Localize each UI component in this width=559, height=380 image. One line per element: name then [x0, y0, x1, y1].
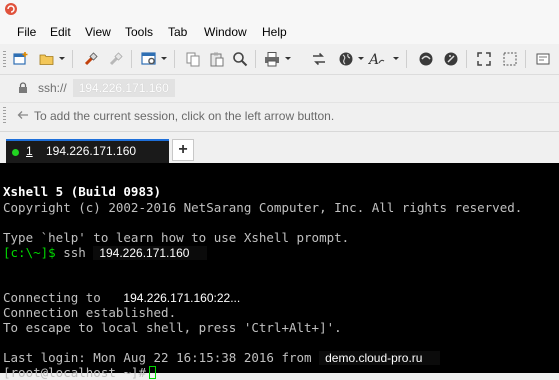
- open-button[interactable]: [37, 49, 57, 69]
- xshell-logo-icon: [5, 3, 17, 15]
- transparency-icon: [503, 52, 517, 66]
- tab-number: 1: [26, 144, 33, 158]
- paste-button[interactable]: [207, 49, 227, 69]
- toolbar: A: [0, 44, 559, 75]
- terminal-established-line: Connection established.: [3, 305, 177, 320]
- copy-button[interactable]: [183, 49, 203, 69]
- globe-icon: [339, 52, 353, 66]
- ssh-host: 194.226.171.160: [93, 246, 208, 260]
- menu-view[interactable]: View: [85, 25, 111, 39]
- open-dropdown-icon[interactable]: [59, 57, 65, 60]
- terminal-help-line: Type `help' to learn how to use Xshell p…: [3, 230, 350, 245]
- font-icon: A: [368, 52, 385, 67]
- terminal-banner-title: Xshell 5 (Build 0983): [3, 184, 162, 199]
- lock-icon: [19, 82, 27, 93]
- disconnect-icon: [109, 52, 123, 66]
- properties-icon: [141, 52, 156, 65]
- properties-button[interactable]: [139, 49, 159, 69]
- transfer-button[interactable]: [309, 49, 329, 69]
- toolbar-separator: [255, 50, 256, 68]
- last-login-prefix: Last login: Mon Aug 22 16:15:38 2016 fro…: [3, 350, 312, 365]
- xmanager-icon: [444, 52, 458, 66]
- print-button[interactable]: [262, 49, 282, 69]
- find-button[interactable]: [230, 49, 250, 69]
- toolbar-separator: [406, 50, 407, 68]
- menu-bar: File Edit View Tools Tab Window Help: [0, 20, 559, 44]
- copy-icon: [186, 52, 200, 67]
- xftp-button[interactable]: [416, 49, 436, 69]
- tab-label: 194.226.171.160: [46, 144, 137, 158]
- address-input[interactable]: ssh:// 194.226.171.160: [38, 79, 553, 97]
- font-button[interactable]: A: [367, 49, 387, 69]
- local-prompt: [c:\~]$: [3, 245, 56, 260]
- terminal-escape-hint: To escape to local shell, press 'Ctrl+Al…: [3, 320, 342, 335]
- svg-text:A: A: [368, 52, 379, 67]
- transparency-button[interactable]: [500, 49, 520, 69]
- menu-tools[interactable]: Tools: [125, 25, 153, 39]
- address-protocol: ssh://: [38, 81, 67, 95]
- menu-help[interactable]: Help: [262, 25, 287, 39]
- properties-dropdown-icon[interactable]: [161, 57, 167, 60]
- compose-button[interactable]: [533, 49, 553, 69]
- menu-window[interactable]: Window: [204, 25, 247, 39]
- add-tab-button[interactable]: +: [172, 139, 194, 161]
- toolbar-separator: [525, 50, 526, 68]
- reconnect-icon: [84, 52, 98, 66]
- printer-icon: [265, 52, 279, 67]
- terminal-connecting-line: Connecting to 194.226.171.160:22...: [3, 290, 241, 306]
- fullscreen-button[interactable]: [474, 49, 494, 69]
- local-command: ssh: [63, 245, 86, 260]
- disconnect-button[interactable]: [106, 49, 126, 69]
- toolbar-separator: [72, 50, 73, 68]
- connected-status-icon: [12, 149, 19, 156]
- connecting-target: 194.226.171.160:22...: [123, 291, 241, 305]
- menu-file[interactable]: File: [17, 25, 36, 39]
- address-host: 194.226.171.160: [72, 79, 175, 97]
- fullscreen-icon: [477, 52, 491, 66]
- globe-dropdown-icon[interactable]: [358, 57, 364, 60]
- globe-button[interactable]: [336, 49, 356, 69]
- toolbar-separator: [174, 50, 175, 68]
- print-dropdown-icon[interactable]: [285, 57, 291, 60]
- paste-icon: [210, 52, 224, 67]
- reconnect-button[interactable]: [81, 49, 101, 69]
- terminal[interactable]: Xshell 5 (Build 0983) Copyright (c) 2002…: [0, 163, 559, 380]
- menu-tab[interactable]: Tab: [168, 25, 187, 39]
- last-login-host: demo.cloud-pro.ru: [319, 351, 441, 365]
- add-session-arrow-icon[interactable]: [17, 110, 29, 120]
- folder-icon: [39, 54, 54, 65]
- terminal-last-login-line: Last login: Mon Aug 22 16:15:38 2016 fro…: [3, 350, 441, 366]
- toolbar-separator: [131, 50, 132, 68]
- connecting-prefix: Connecting to: [3, 290, 101, 305]
- xmanager-button[interactable]: [441, 49, 461, 69]
- new-session-button[interactable]: [11, 49, 31, 69]
- toolbar-grip[interactable]: [3, 51, 6, 67]
- session-tab[interactable]: 1 194.226.171.160: [6, 139, 169, 163]
- title-bar: [0, 0, 559, 20]
- compose-icon: [536, 53, 550, 65]
- font-dropdown-icon[interactable]: [393, 57, 399, 60]
- menu-edit[interactable]: Edit: [50, 25, 71, 39]
- toolbar-separator: [466, 50, 467, 68]
- search-icon: [233, 52, 248, 67]
- hint-bar-grip[interactable]: [3, 107, 6, 123]
- terminal-copyright: Copyright (c) 2002-2016 NetSarang Comput…: [3, 200, 523, 215]
- transfer-icon: [313, 52, 325, 66]
- new-session-icon: [13, 52, 28, 65]
- hint-text: To add the current session, click on the…: [34, 109, 335, 123]
- terminal-local-command-line: [c:\~]$ ssh 194.226.171.160: [3, 245, 208, 261]
- xftp-icon: [419, 52, 433, 66]
